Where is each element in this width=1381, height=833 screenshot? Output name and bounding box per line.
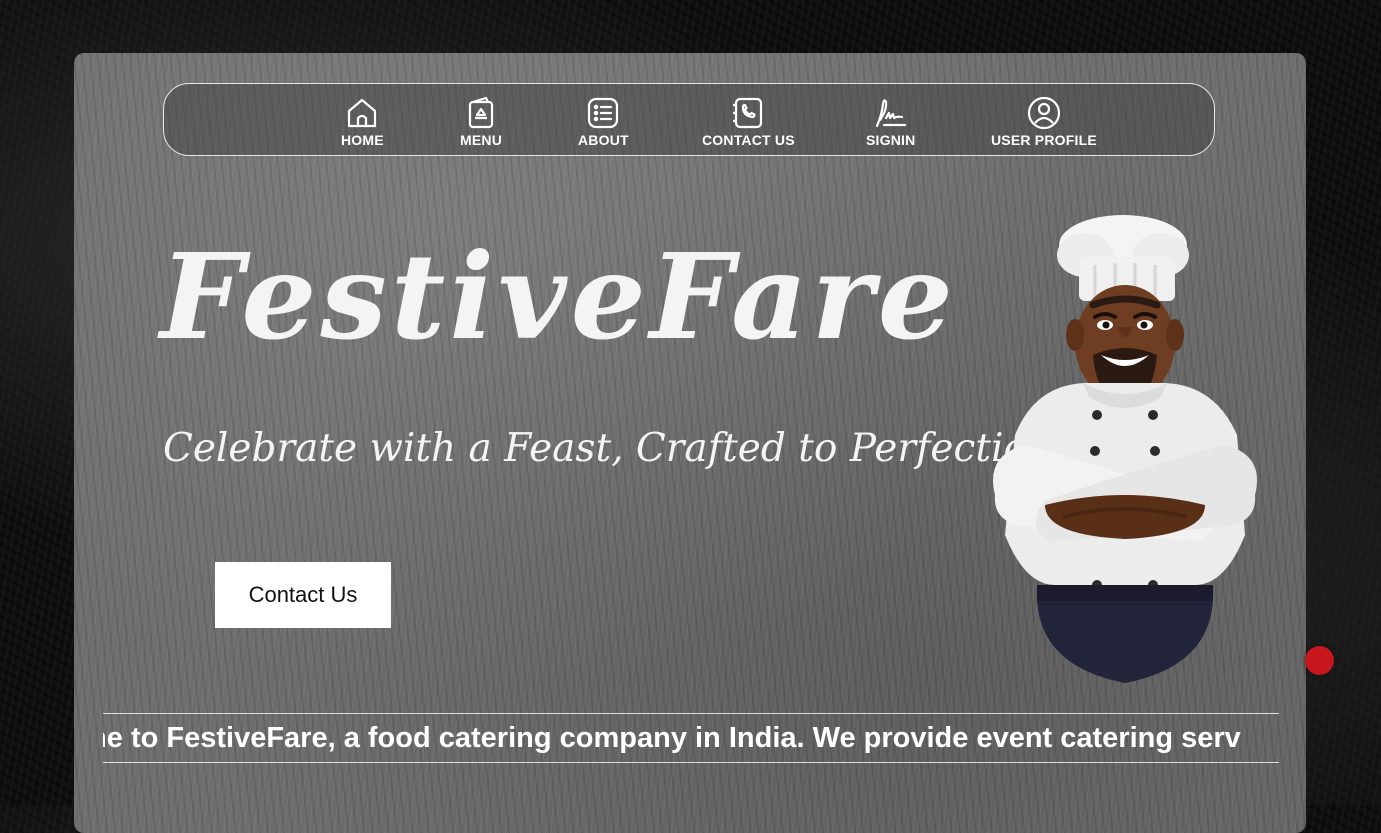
nav-home-label: HOME	[341, 132, 384, 148]
nav-menu[interactable]: MENU	[460, 96, 502, 148]
welcome-marquee: me to FestiveFare, a food catering compa…	[103, 713, 1279, 763]
nav-menu-label: MENU	[460, 132, 503, 148]
chef-illustration	[993, 215, 1257, 683]
nav-home[interactable]: HOME	[341, 96, 384, 148]
signature-icon	[875, 99, 906, 128]
nav-about-label: ABOUT	[578, 132, 629, 148]
menu-card-icon	[468, 96, 494, 129]
nav-signin[interactable]: SIGNIN	[866, 96, 915, 148]
user-icon	[1027, 96, 1061, 130]
welcome-marquee-text: me to FestiveFare, a food catering compa…	[103, 722, 1241, 754]
nav-signin-label: SIGNIN	[866, 132, 916, 148]
nav-user-profile-label: USER PROFILE	[991, 132, 1097, 148]
home-icon	[348, 98, 377, 128]
list-icon	[588, 97, 619, 129]
hero-tagline: Celebrate with a Feast, Crafted to Perfe…	[163, 426, 1053, 471]
nav-contact[interactable]: CONTACT US	[702, 96, 795, 148]
floating-action-dot[interactable]	[1305, 646, 1334, 675]
nav-user-profile[interactable]: USER PROFILE	[991, 96, 1097, 148]
brand-title: FestiveFare	[160, 227, 957, 366]
nav-contact-label: CONTACT US	[702, 132, 795, 148]
nav-about[interactable]: ABOUT	[578, 96, 629, 148]
phone-icon	[733, 97, 763, 129]
contact-us-button[interactable]: Contact Us	[215, 562, 391, 628]
top-nav: HOME MENU ABOUT CONTACT US SIGNIN USER P…	[163, 83, 1215, 156]
